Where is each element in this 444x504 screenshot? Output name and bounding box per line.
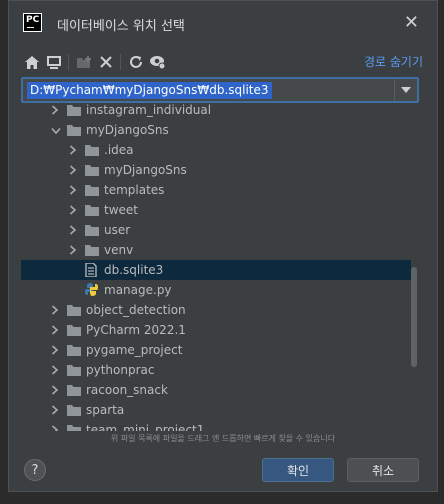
folder-icon <box>67 384 81 396</box>
tree-row[interactable]: myDjangoSns <box>21 120 411 140</box>
folder-icon <box>85 164 99 176</box>
dialog-title: 데이터베이스 위치 선택 <box>57 19 185 34</box>
file-tree[interactable]: instagram_individual myDjangoSns .idea myDj… <box>21 103 419 431</box>
chevron-right-icon[interactable] <box>69 144 79 156</box>
tree-row-label: user <box>104 223 131 237</box>
tree-row-label: templates <box>104 183 165 197</box>
chevron-down-icon <box>401 87 411 93</box>
tree-row[interactable]: templates <box>21 180 411 200</box>
chevron-right-icon[interactable] <box>69 204 79 216</box>
path-input[interactable]: D:₩Pycham₩myDjangoSns₩db.sqlite3 <box>21 77 419 103</box>
tree-row-label: PyCharm 2022.1 <box>86 323 186 337</box>
home-icon[interactable] <box>21 51 43 73</box>
tree-row-label: object_detection <box>86 303 186 317</box>
tree-row-label: pythonprac <box>86 363 155 377</box>
tree-row-label: pygame_project <box>86 343 183 357</box>
path-history-dropdown[interactable] <box>394 79 417 101</box>
tree-row-label: myDjangoSns <box>86 123 169 137</box>
chevron-right-icon[interactable] <box>69 224 79 236</box>
file-icon <box>85 262 99 278</box>
chevron-right-icon[interactable] <box>51 104 61 116</box>
tree-row[interactable]: .idea <box>21 140 411 160</box>
pycharm-app-icon: PC <box>23 13 42 32</box>
chevron-right-icon[interactable] <box>51 384 61 396</box>
drag-drop-hint: 위 파일 목록에 파일을 드래그 앤 드롭하면 빠르게 찾을 수 있습니다 <box>110 434 336 443</box>
title-bar: PC 데이터베이스 위치 선택 ✕ <box>9 1 437 45</box>
chevron-down-icon[interactable] <box>51 124 61 136</box>
tree-row-label: .idea <box>104 143 134 157</box>
cancel-button[interactable]: 취소 <box>347 458 419 482</box>
tree-row[interactable]: db.sqlite3 <box>21 260 411 280</box>
tree-row[interactable]: tweet <box>21 200 411 220</box>
tree-row[interactable]: object_detection <box>21 300 411 320</box>
folder-icon <box>67 364 81 376</box>
folder-icon <box>67 344 81 356</box>
tree-row-label: db.sqlite3 <box>104 263 164 277</box>
tree-row-label: myDjangoSns <box>104 163 187 177</box>
hide-path-link[interactable]: 경로 숨기기 <box>364 53 423 70</box>
new-folder-icon[interactable] <box>73 51 95 73</box>
tree-scrollbar-thumb[interactable] <box>411 267 417 367</box>
help-button[interactable]: ? <box>24 459 46 481</box>
folder-icon <box>85 184 99 196</box>
python-file-icon <box>85 283 99 296</box>
tree-row-label: racoon_snack <box>86 383 168 397</box>
desktop-icon[interactable] <box>43 51 65 73</box>
folder-icon <box>67 124 81 136</box>
tree-row-label: tweet <box>104 203 138 217</box>
tree-row-label: sparta <box>86 403 125 417</box>
folder-icon <box>85 204 99 216</box>
tree-row[interactable]: PyCharm 2022.1 <box>21 320 411 340</box>
tree-row[interactable]: user <box>21 220 411 240</box>
folder-icon <box>67 324 81 336</box>
close-icon[interactable]: ✕ <box>404 12 419 33</box>
folder-icon <box>85 224 99 236</box>
tree-row[interactable]: sparta <box>21 400 411 420</box>
tree-row-label: venv <box>104 243 134 257</box>
chevron-right-icon[interactable] <box>69 244 79 256</box>
chevron-right-icon[interactable] <box>51 424 61 431</box>
refresh-icon[interactable] <box>125 51 147 73</box>
tree-row[interactable]: racoon_snack <box>21 380 411 400</box>
chevron-right-icon[interactable] <box>51 364 61 376</box>
path-input-value: D:₩Pycham₩myDjangoSns₩db.sqlite3 <box>27 82 272 99</box>
tree-row[interactable]: manage.py <box>21 280 411 300</box>
chevron-right-icon[interactable] <box>69 164 79 176</box>
folder-icon <box>67 404 81 416</box>
folder-icon <box>85 144 99 156</box>
tree-row[interactable]: pythonprac <box>21 360 411 380</box>
chevron-right-icon[interactable] <box>51 404 61 416</box>
chevron-right-icon[interactable] <box>51 344 61 356</box>
tree-row-label: team_mini_project1 <box>86 423 205 431</box>
tree-row[interactable]: venv <box>21 240 411 260</box>
tree-row-label: manage.py <box>104 283 172 297</box>
folder-icon <box>67 424 81 431</box>
tree-row[interactable]: myDjangoSns <box>21 160 411 180</box>
tree-row[interactable]: team_mini_project1 <box>21 420 411 431</box>
folder-icon <box>67 104 81 116</box>
tree-row[interactable]: instagram_individual <box>21 103 411 120</box>
choose-database-location-dialog: PC 데이터베이스 위치 선택 ✕ 경로 숨기기 D:₩Pycham₩myDja… <box>8 0 438 492</box>
folder-icon <box>85 244 99 256</box>
ok-button[interactable]: 확인 <box>262 458 334 482</box>
chevron-right-icon[interactable] <box>69 184 79 196</box>
chevron-right-icon[interactable] <box>51 304 61 316</box>
chevron-right-icon[interactable] <box>51 324 61 336</box>
toolbar-separator <box>65 51 73 73</box>
tree-row[interactable]: pygame_project <box>21 340 411 360</box>
delete-icon[interactable] <box>95 51 117 73</box>
folder-icon <box>67 304 81 316</box>
tree-row-label: instagram_individual <box>86 103 212 117</box>
show-hidden-icon[interactable] <box>147 51 169 73</box>
toolbar-separator <box>117 51 125 73</box>
